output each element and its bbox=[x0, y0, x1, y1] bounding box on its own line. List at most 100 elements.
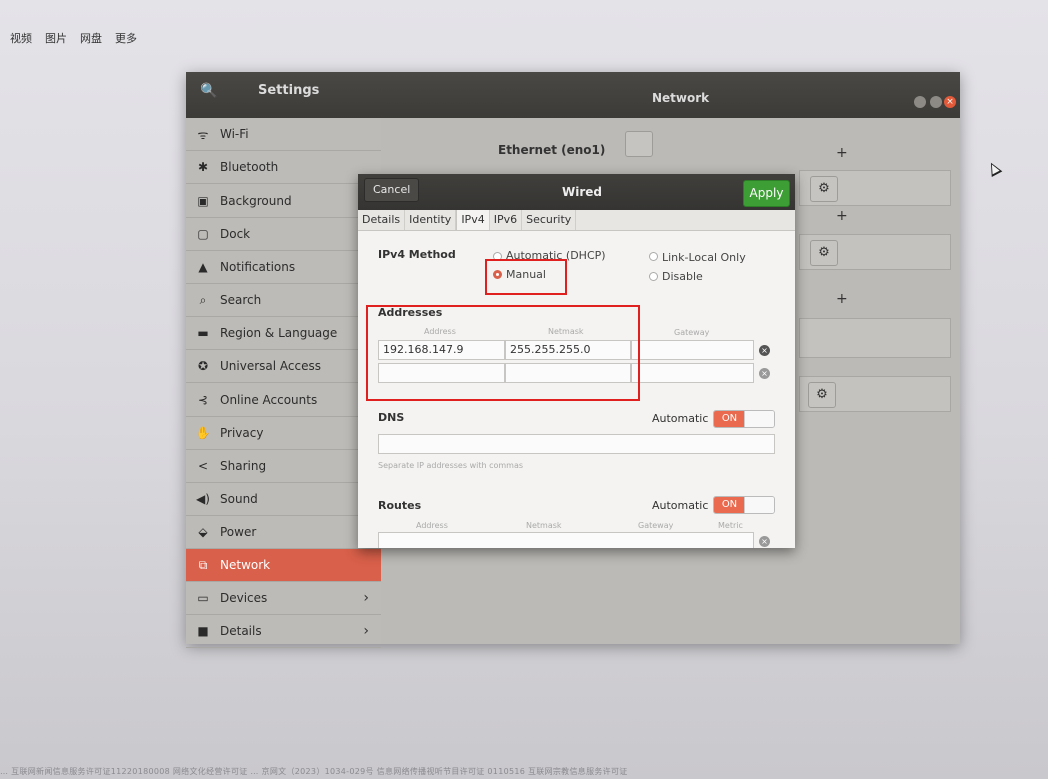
nav-video[interactable]: 视频 bbox=[10, 30, 32, 46]
route-field[interactable] bbox=[378, 532, 754, 548]
link-local-label: Link-Local Only bbox=[662, 251, 746, 264]
tab-details[interactable]: Details bbox=[358, 210, 406, 230]
sidebar-item-sharing[interactable]: < Sharing bbox=[186, 450, 381, 483]
routes-col-address: Address bbox=[416, 521, 448, 530]
add-vpn-icon[interactable]: + bbox=[836, 208, 848, 224]
titlebar: 🔍 Settings Network × bbox=[186, 72, 960, 118]
dns-field[interactable] bbox=[378, 434, 775, 454]
sidebar-item-label: Notifications bbox=[220, 260, 296, 274]
sidebar-item-label: Dock bbox=[220, 227, 251, 241]
ipv4-method-label: IPv4 Method bbox=[378, 248, 456, 261]
sidebar-item-search[interactable]: ⌕ Search bbox=[186, 284, 381, 317]
tab-ipv6[interactable]: IPv6 bbox=[490, 210, 523, 230]
sidebar-item-label: Bluetooth bbox=[220, 160, 279, 174]
region-icon: ▬ bbox=[197, 326, 209, 340]
sidebar-item-label: Sharing bbox=[220, 459, 267, 473]
sidebar-item-label: Network bbox=[220, 558, 271, 572]
sidebar-item-notifications[interactable]: ▲ Notifications bbox=[186, 251, 381, 284]
search-icon[interactable]: 🔍 bbox=[200, 83, 217, 99]
remove-route-icon[interactable]: × bbox=[759, 536, 770, 547]
background-icon: ▣ bbox=[197, 194, 209, 208]
sidebar-item-privacy[interactable]: ✋ Privacy bbox=[186, 417, 381, 450]
sidebar-item-network[interactable]: ⧉ Network bbox=[186, 549, 381, 582]
gateway-field-empty[interactable] bbox=[631, 363, 754, 383]
cancel-button[interactable]: Cancel bbox=[364, 178, 420, 202]
remove-address-icon[interactable]: × bbox=[759, 368, 770, 379]
sidebar-item-label: Details bbox=[220, 624, 262, 638]
sidebar-item-label: Online Accounts bbox=[220, 393, 318, 407]
sidebar-item-background[interactable]: ▣ Background bbox=[186, 185, 381, 218]
settings-sidebar: ᯤ Wi-Fi ✱ Bluetooth ▣ Background ▢ Dock ▲ Notific… bbox=[186, 118, 381, 648]
ethernet-title: Ethernet (eno1) bbox=[498, 143, 606, 157]
nav-netdisk[interactable]: 网盘 bbox=[80, 30, 102, 46]
sidebar-item-wi-fi[interactable]: ᯤ Wi-Fi bbox=[186, 118, 381, 151]
accessibility-icon: ✪ bbox=[197, 359, 209, 373]
vpn-settings-gear-icon[interactable]: ⚙ bbox=[810, 240, 838, 266]
settings-title: Settings bbox=[258, 83, 320, 98]
toggle-knob bbox=[744, 411, 774, 427]
remove-address-icon[interactable]: × bbox=[759, 345, 770, 356]
disable-label: Disable bbox=[662, 270, 703, 283]
proxy-settings-gear-icon[interactable]: ⚙ bbox=[808, 382, 836, 408]
sidebar-item-label: Sound bbox=[220, 492, 258, 506]
sidebar-item-label: Wi-Fi bbox=[220, 127, 249, 141]
sidebar-item-label: Region & Language bbox=[220, 326, 338, 340]
tab-identity[interactable]: Identity bbox=[405, 210, 457, 230]
radio-link-local[interactable] bbox=[649, 252, 658, 261]
dns-automatic-toggle[interactable]: ON bbox=[713, 410, 775, 428]
sidebar-item-sound[interactable]: ◀) Sound bbox=[186, 483, 381, 516]
toggle-on-label: ON bbox=[714, 497, 745, 513]
sidebar-item-label: Background bbox=[220, 194, 292, 208]
sidebar-item-region-language[interactable]: ▬ Region & Language bbox=[186, 317, 381, 350]
apply-button[interactable]: Apply bbox=[743, 180, 790, 207]
sidebar-item-details[interactable]: ■ Details › bbox=[186, 615, 381, 648]
minimize-icon[interactable] bbox=[914, 96, 926, 108]
sidebar-item-power[interactable]: ⬙ Power bbox=[186, 516, 381, 549]
sidebar-item-online-accounts[interactable]: ⊰ Online Accounts bbox=[186, 384, 381, 417]
tab-security[interactable]: Security bbox=[522, 210, 577, 230]
nav-images[interactable]: 图片 bbox=[45, 30, 67, 46]
toggle-knob bbox=[744, 497, 774, 513]
maximize-icon[interactable] bbox=[930, 96, 942, 108]
close-icon[interactable]: × bbox=[944, 96, 956, 108]
toggle-on-label: ON bbox=[714, 411, 745, 427]
add-icon[interactable]: + bbox=[836, 145, 848, 161]
proxy-card bbox=[799, 318, 951, 358]
add-proxy-icon[interactable]: + bbox=[836, 291, 848, 307]
ethernet-settings-gear-icon[interactable]: ⚙ bbox=[810, 176, 838, 202]
sidebar-item-label: Privacy bbox=[220, 426, 264, 440]
dock-icon: ▢ bbox=[197, 227, 209, 241]
sidebar-item-bluetooth[interactable]: ✱ Bluetooth bbox=[186, 151, 381, 184]
privacy-icon: ✋ bbox=[195, 426, 211, 440]
dialog-tabs: Details Identity IPv4 IPv6 Security bbox=[358, 210, 795, 231]
tab-ipv4[interactable]: IPv4 bbox=[456, 210, 490, 230]
chevron-right-icon: › bbox=[363, 623, 369, 639]
routes-automatic-label: Automatic bbox=[652, 499, 709, 512]
dns-label: DNS bbox=[378, 411, 405, 424]
details-icon: ■ bbox=[197, 624, 209, 638]
highlight-addresses bbox=[366, 305, 640, 401]
panel-title: Network bbox=[652, 91, 710, 105]
gateway-field[interactable] bbox=[631, 340, 754, 360]
routes-automatic-toggle[interactable]: ON bbox=[713, 496, 775, 514]
radio-disable[interactable] bbox=[649, 272, 658, 281]
online-accounts-icon: ⊰ bbox=[197, 393, 209, 407]
routes-col-gateway: Gateway bbox=[638, 521, 674, 530]
nav-more[interactable]: 更多 bbox=[115, 30, 137, 46]
browser-nav: 视频 图片 网盘 更多 bbox=[10, 30, 150, 46]
sidebar-item-universal-access[interactable]: ✪ Universal Access bbox=[186, 350, 381, 383]
sidebar-item-devices[interactable]: ▭ Devices › bbox=[186, 582, 381, 615]
power-icon: ⬙ bbox=[198, 525, 208, 539]
sidebar-item-dock[interactable]: ▢ Dock bbox=[186, 218, 381, 251]
gear-icon[interactable] bbox=[625, 131, 653, 157]
sidebar-item-label: Devices bbox=[220, 591, 268, 605]
network-icon: ⧉ bbox=[198, 557, 208, 572]
routes-label: Routes bbox=[378, 499, 422, 512]
sidebar-item-label: Universal Access bbox=[220, 359, 321, 373]
sound-icon: ◀) bbox=[196, 492, 210, 506]
routes-col-netmask: Netmask bbox=[526, 521, 562, 530]
bell-icon: ▲ bbox=[198, 260, 208, 274]
dns-hint: Separate IP addresses with commas bbox=[378, 461, 524, 470]
bluetooth-icon: ✱ bbox=[197, 160, 209, 174]
dialog-header: Cancel Wired Apply bbox=[358, 174, 795, 210]
